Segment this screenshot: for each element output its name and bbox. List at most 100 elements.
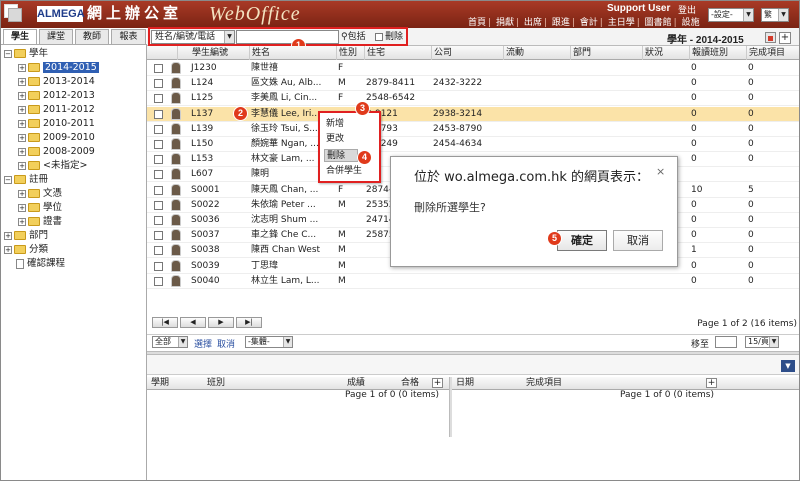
expand-icon[interactable]: + <box>18 105 26 114</box>
menu-item-edit[interactable]: 更改 <box>324 133 346 146</box>
select-all-dropdown[interactable]: 全部 ▼ <box>152 336 188 348</box>
tab-classes[interactable]: 課堂 <box>39 29 73 44</box>
menu-item-add[interactable]: 新增 <box>324 118 346 131</box>
row-checkbox[interactable] <box>154 231 163 241</box>
row-checkbox[interactable] <box>154 124 163 134</box>
expand-icon[interactable]: + <box>4 231 12 240</box>
table-row[interactable]: L150 顏婉華 Ngan, ... 3-3249 2454-4634 0 0 <box>147 137 799 152</box>
row-checkbox[interactable] <box>154 170 163 180</box>
row-checkbox[interactable] <box>154 216 163 225</box>
expand-icon[interactable]: + <box>18 119 26 128</box>
expand-icon[interactable]: + <box>18 133 26 142</box>
role-select[interactable]: -設定- ▼ <box>708 8 754 22</box>
export-icon[interactable] <box>765 32 776 43</box>
column-header-completed-item[interactable]: 完成項目 <box>524 377 562 390</box>
expand-icon[interactable]: + <box>18 189 26 198</box>
table-row[interactable]: S0040 林立生 Lam, L... M 0 0 <box>147 274 799 289</box>
row-checkbox[interactable] <box>154 276 163 286</box>
tree-node-department[interactable]: + 部門 <box>4 229 48 242</box>
column-header-term[interactable]: 學期 <box>149 377 169 390</box>
table-row[interactable]: L124 區文姝 Au, Alb... M 2879-8411 2432-3222 0 0 <box>147 76 799 92</box>
cancel-selection-link[interactable]: 取消 <box>217 337 235 350</box>
nav-accounting[interactable]: 會計 <box>580 18 598 28</box>
tree-node-degree[interactable]: + 學位 <box>18 201 62 214</box>
column-header-department[interactable]: 部門 <box>570 46 640 60</box>
nav-donation[interactable]: 捐獻 <box>496 18 514 28</box>
row-checkbox[interactable] <box>154 79 163 89</box>
column-header-gender[interactable]: 性別 <box>336 46 362 60</box>
row-checkbox[interactable] <box>154 64 163 73</box>
tree-node-2014-2015[interactable]: +2014-2015 <box>18 61 99 74</box>
tree-node-2011-2012[interactable]: +2011-2012 <box>18 103 95 116</box>
row-checkbox[interactable] <box>154 246 163 256</box>
tab-reports[interactable]: 報表 <box>111 29 146 44</box>
row-checkbox[interactable] <box>154 109 163 119</box>
tab-students[interactable]: 學生 <box>3 29 37 44</box>
expand-icon[interactable]: + <box>18 161 26 170</box>
expand-icon[interactable]: + <box>18 91 26 100</box>
page-size-select[interactable]: 15/頁 ▼ <box>745 336 779 348</box>
tree-node-diploma[interactable]: + 文憑 <box>18 187 62 200</box>
expand-icon[interactable]: + <box>4 245 12 254</box>
column-header-pass[interactable]: 合格 <box>399 377 419 390</box>
column-header-status[interactable]: 狀況 <box>642 46 687 60</box>
column-header-enrolled[interactable]: 報讀班別 <box>689 46 744 60</box>
close-icon[interactable]: × <box>656 165 665 178</box>
group-action-select[interactable]: -集體- ▼ <box>245 336 293 348</box>
tree-node-2013-2014[interactable]: +2013-2014 <box>18 75 95 88</box>
column-header-date[interactable]: 日期 <box>454 377 474 390</box>
row-checkbox[interactable] <box>154 185 163 195</box>
nav-attendance[interactable]: 出席 <box>524 18 542 28</box>
cancel-button[interactable]: 取消 <box>613 230 663 251</box>
add-class-button[interactable]: + <box>432 378 443 388</box>
column-header-class[interactable]: 班別 <box>205 377 225 390</box>
select-link[interactable]: 選擇 <box>194 337 212 350</box>
tree-node-year-root[interactable]: − 學年 <box>4 47 48 60</box>
nav-facility[interactable]: 設施 <box>682 18 700 28</box>
column-header-id[interactable]: 學生編號 <box>177 46 247 60</box>
add-student-button[interactable]: + <box>779 32 791 44</box>
column-header-company[interactable]: 公司 <box>431 46 501 60</box>
expand-icon[interactable]: + <box>18 147 26 156</box>
expand-icon[interactable]: + <box>18 63 26 72</box>
goto-page-input[interactable] <box>715 336 737 348</box>
column-header-name[interactable]: 姓名 <box>249 46 334 60</box>
row-checkbox[interactable] <box>154 261 163 271</box>
tab-teachers[interactable]: 教師 <box>75 29 109 44</box>
expand-icon[interactable]: + <box>18 203 26 212</box>
tree-node-registry[interactable]: − 註冊 <box>4 173 48 186</box>
expand-icon[interactable]: + <box>18 217 26 226</box>
row-checkbox[interactable] <box>154 140 163 149</box>
last-page-button[interactable]: ▶| <box>236 317 262 328</box>
language-select[interactable]: 繁 ▼ <box>761 8 789 22</box>
nav-sunday-school[interactable]: 主日學 <box>608 18 635 28</box>
tree-node-category[interactable]: + 分類 <box>4 243 48 256</box>
column-header-mobile[interactable]: 流動 <box>503 46 568 60</box>
panel-menu-button[interactable]: ▼ <box>781 360 795 372</box>
row-checkbox[interactable] <box>154 155 163 165</box>
nav-library[interactable]: 圖書館 <box>645 18 672 28</box>
tree-node-2009-2010[interactable]: +2009-2010 <box>18 131 95 144</box>
collapse-icon[interactable]: − <box>4 49 12 58</box>
row-checkbox[interactable] <box>154 200 163 210</box>
menu-item-delete[interactable]: 刪除 <box>324 149 358 162</box>
table-row[interactable]: L125 李美鳳 Li, Cin... F 2548-6542 0 0 <box>147 91 799 107</box>
tree-node-confirm-course[interactable]: 確認課程 <box>16 257 65 270</box>
table-row[interactable]: L139 徐玉玲 Tsui, S... 3-8793 2453-8790 0 0 <box>147 122 799 137</box>
next-page-button[interactable]: ▶ <box>208 317 234 328</box>
tree-node-2010-2011[interactable]: +2010-2011 <box>18 117 95 130</box>
menu-item-merge[interactable]: 合併學生 <box>324 165 364 178</box>
table-row[interactable]: J1230 陳世禧 F 0 0 <box>147 61 799 76</box>
column-header-completed[interactable]: 完成項目 <box>746 46 799 60</box>
expand-icon[interactable]: + <box>18 77 26 86</box>
nav-home[interactable]: 首頁 <box>468 18 486 28</box>
column-header-home[interactable]: 住宅 <box>364 46 429 60</box>
prev-page-button[interactable]: ◀ <box>180 317 206 328</box>
tree-node-2012-2013[interactable]: +2012-2013 <box>18 89 95 102</box>
tree-node-2008-2009[interactable]: +2008-2009 <box>18 145 95 158</box>
nav-followup[interactable]: 跟進 <box>552 18 570 28</box>
add-completion-button[interactable]: + <box>706 378 717 388</box>
collapse-icon[interactable]: − <box>4 175 12 184</box>
tree-node-unassigned[interactable]: + <未指定> <box>18 159 87 172</box>
column-header-grade[interactable]: 成績 <box>345 377 365 390</box>
